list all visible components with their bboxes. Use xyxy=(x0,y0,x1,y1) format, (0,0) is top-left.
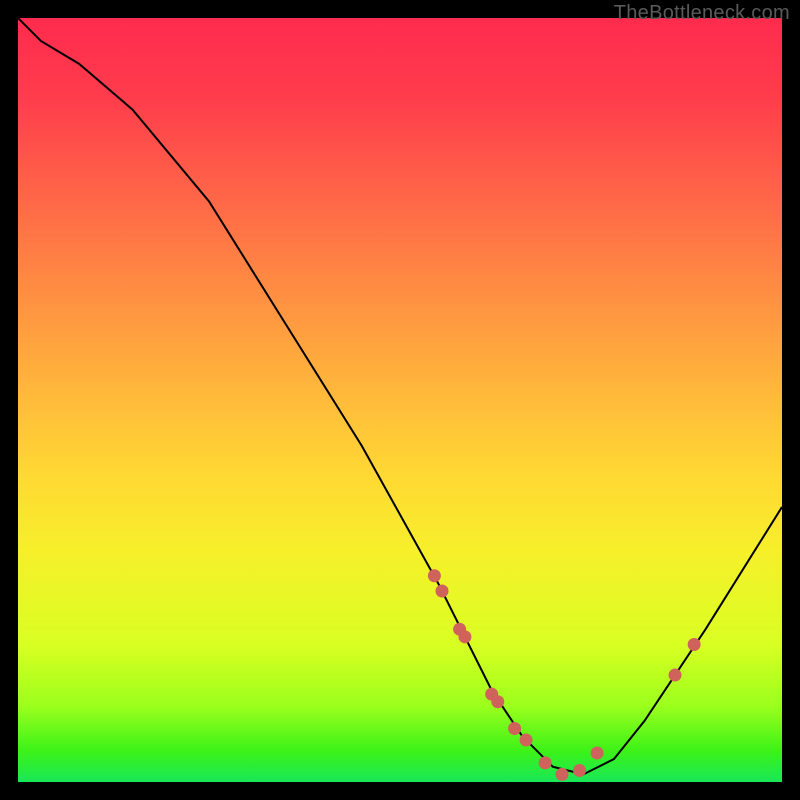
chart-marker xyxy=(428,569,441,582)
chart-marker xyxy=(436,585,449,598)
chart-curve xyxy=(18,18,782,774)
chart-svg xyxy=(18,18,782,782)
chart-marker xyxy=(688,638,701,651)
chart-marker xyxy=(555,768,568,781)
chart-markers-group xyxy=(428,569,701,781)
chart-marker xyxy=(491,695,504,708)
chart-plot-area xyxy=(18,18,782,782)
chart-marker xyxy=(508,722,521,735)
chart-marker xyxy=(539,756,552,769)
chart-marker xyxy=(573,764,586,777)
watermark-text: TheBottleneck.com xyxy=(614,2,790,25)
chart-marker xyxy=(669,669,682,682)
chart-marker xyxy=(458,630,471,643)
chart-marker xyxy=(591,746,604,759)
chart-marker xyxy=(520,733,533,746)
